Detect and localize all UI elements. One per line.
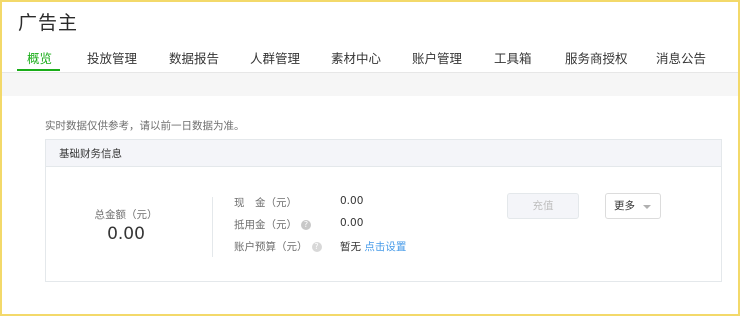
help-icon[interactable]: ? [301,220,311,230]
content-header-bar [2,72,738,96]
cash-label: 现 金（元） [234,197,297,209]
tab-service-provider-auth[interactable]: 服务商授权 [565,48,628,67]
tab-toolbox[interactable]: 工具箱 [494,48,532,67]
voucher-label-text: 抵用金（元） [234,219,297,231]
more-dropdown[interactable]: 更多 [605,193,661,219]
tab-asset-center[interactable]: 素材中心 [331,48,381,67]
set-budget-link[interactable]: 点击设置 [364,241,406,253]
finance-divider [212,197,213,257]
tab-data-reports[interactable]: 数据报告 [169,48,219,67]
recharge-button[interactable]: 充值 [507,193,579,219]
total-amount-value: 0.00 [107,224,145,244]
more-dropdown-label: 更多 [614,200,635,212]
help-icon[interactable]: ? [311,242,322,252]
main-tabs: 概览 投放管理 数据报告 人群管理 素材中心 账户管理 工具箱 服务商授权 消息… [0,40,740,72]
finance-card: 基础财务信息 总金额（元） 0.00 现 金（元） 0.00 抵用金（元）? 0… [45,139,722,282]
finance-card-header: 基础财务信息 [46,140,721,167]
tab-campaign-management[interactable]: 投放管理 [87,48,137,67]
active-tab-indicator [17,69,60,71]
chevron-down-icon [643,205,651,209]
tab-overview[interactable]: 概览 [27,48,52,67]
voucher-label: 抵用金（元）? [234,217,311,232]
budget-label: 账户预算（元）? [234,239,322,254]
budget-value-text: 暂无 [340,241,361,253]
app-title: 广告主 [18,12,79,34]
tab-announcements[interactable]: 消息公告 [656,48,706,67]
voucher-value: 0.00 [340,217,364,229]
budget-label-text: 账户预算（元） [234,241,308,253]
tab-account-management[interactable]: 账户管理 [412,48,462,67]
cash-value: 0.00 [340,195,364,207]
data-notice: 实时数据仅供参考，请以前一日数据为准。 [45,120,245,132]
tab-audience-management[interactable]: 人群管理 [250,48,300,67]
total-amount-label: 总金额（元） [94,209,158,221]
budget-value: 暂无 点击设置 [340,239,406,254]
finance-card-title: 基础财务信息 [59,148,122,160]
